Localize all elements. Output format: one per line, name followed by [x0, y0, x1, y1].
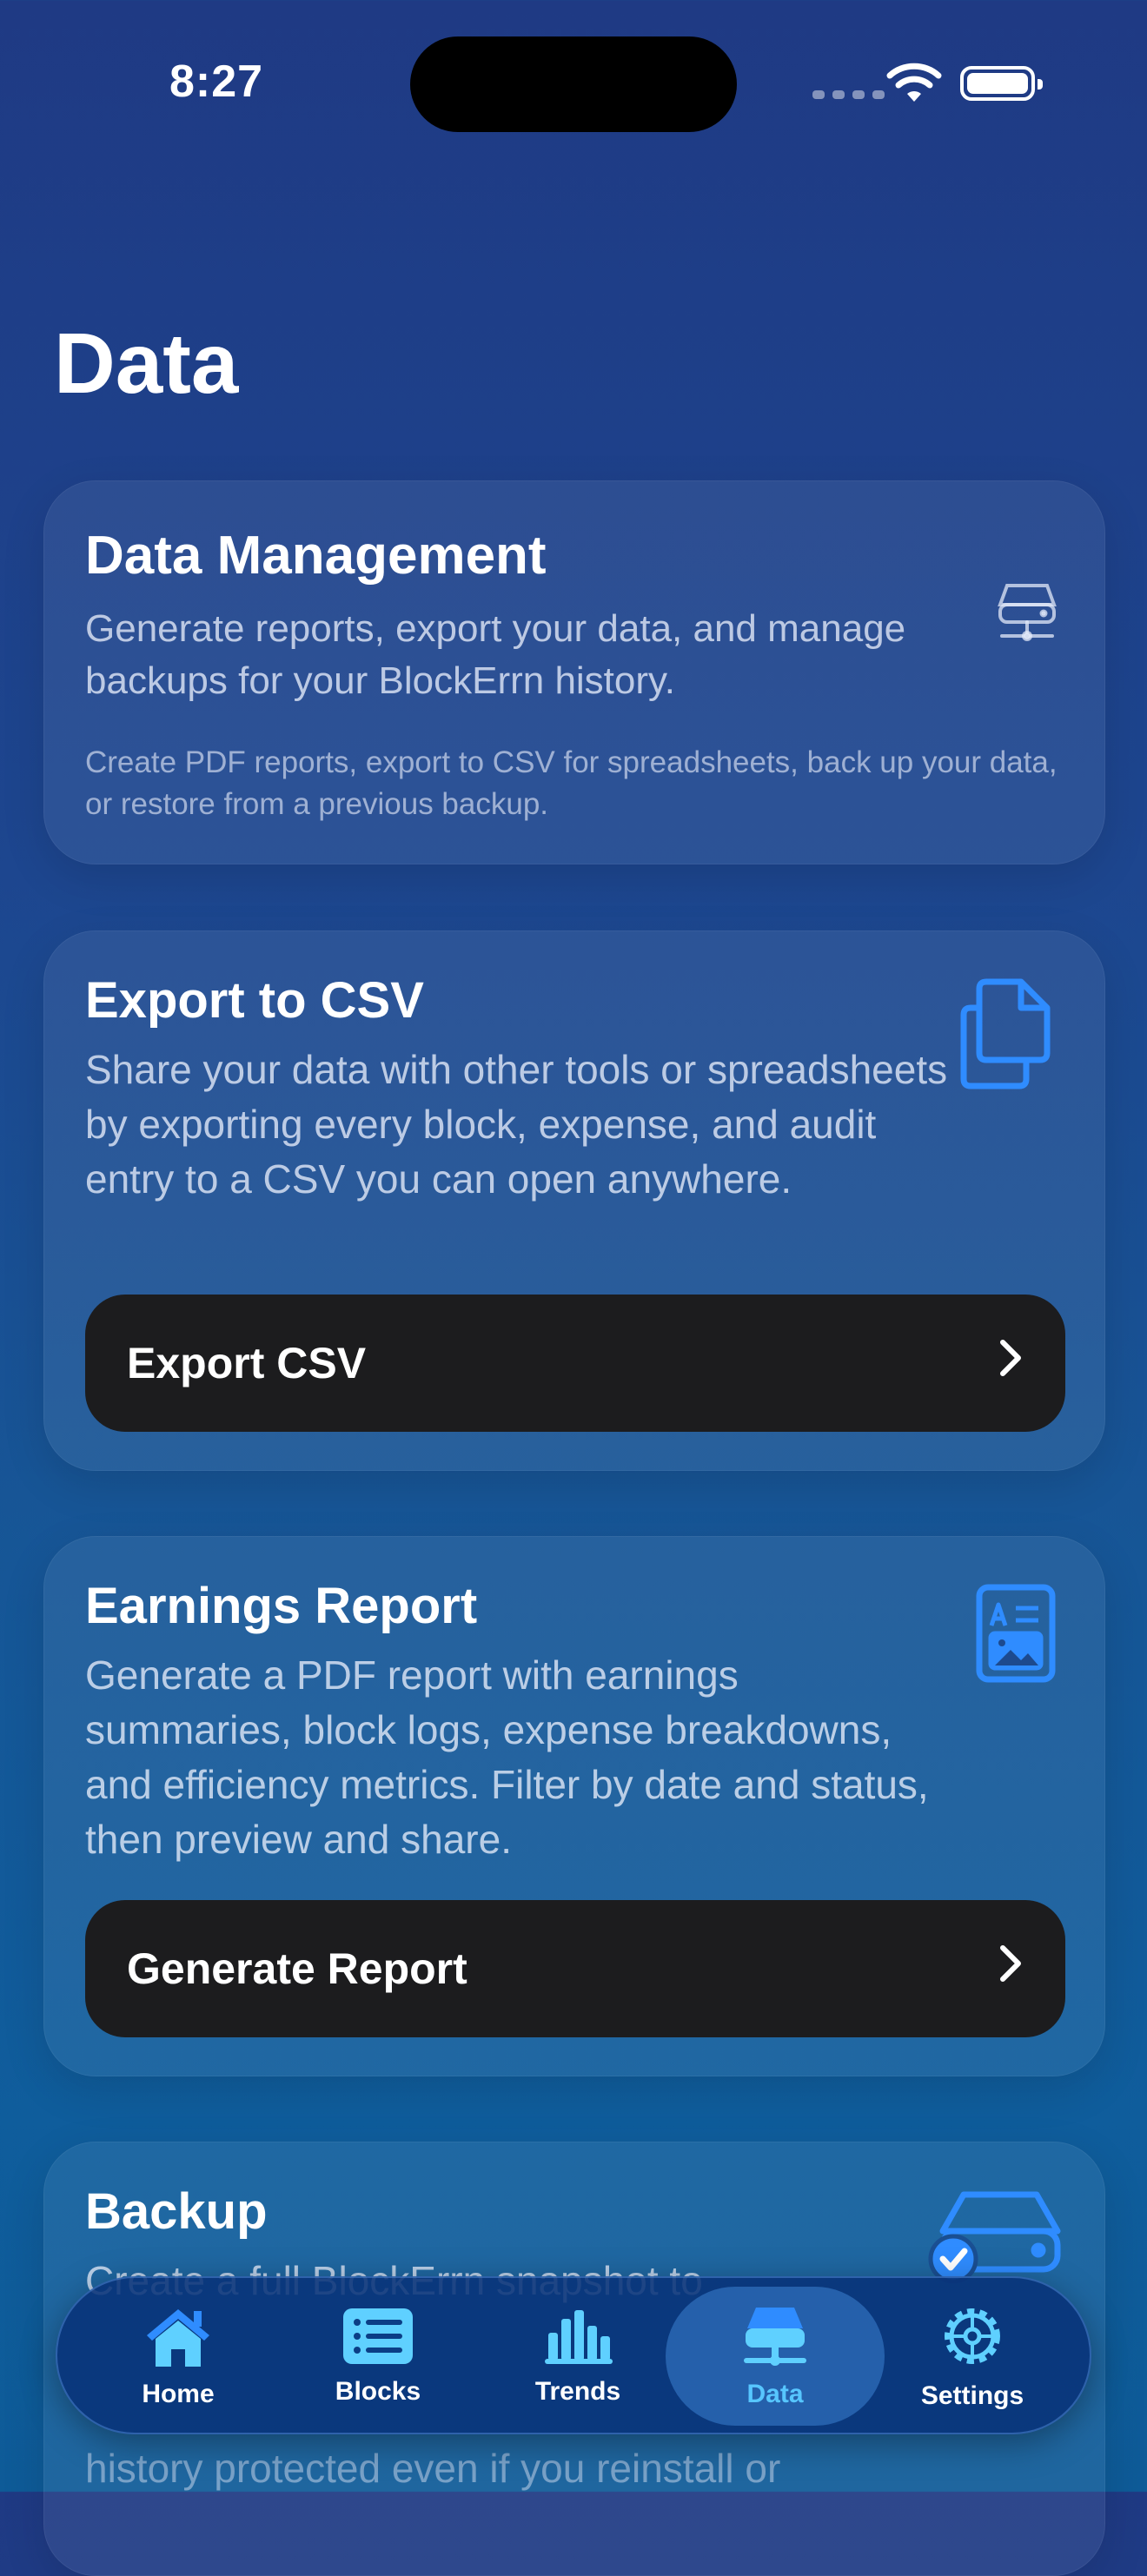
tab-label: Data [746, 2379, 804, 2408]
tab-home[interactable]: Home [78, 2287, 278, 2426]
tab-bar: Home Blocks Trends Data Settings [56, 2276, 1091, 2434]
card-note: Create PDF reports, export to CSV for sp… [85, 745, 1057, 821]
page-title: Data [54, 315, 239, 411]
card-title: Earnings Report [85, 1578, 478, 1634]
server-icon [995, 579, 1059, 647]
tab-blocks[interactable]: Blocks [278, 2287, 478, 2426]
report-icon [976, 1584, 1056, 1687]
battery-icon [960, 66, 1043, 101]
earnings-report-card: Earnings Report Generate a PDF report wi… [43, 1536, 1105, 2076]
card-title: Export to CSV [85, 972, 424, 1029]
card-title: Backup [85, 2183, 268, 2240]
card-description: Share your data with other tools or spre… [85, 1047, 948, 1202]
documents-icon [957, 977, 1054, 1096]
tab-label: Blocks [335, 2376, 421, 2406]
tab-settings[interactable]: Settings [872, 2287, 1072, 2426]
tab-data[interactable]: Data [666, 2287, 885, 2426]
drive-check-icon [927, 2188, 1066, 2288]
tab-label: Settings [920, 2381, 1024, 2410]
tab-label: Trends [534, 2376, 621, 2406]
gear-icon [938, 2302, 1006, 2374]
generate-report-button[interactable]: Generate Report [85, 1900, 1065, 2037]
list-icon [341, 2307, 414, 2370]
data-management-card: Data Management Generate reports, export… [43, 480, 1105, 864]
house-icon [142, 2304, 215, 2373]
button-label: Export CSV [127, 1339, 367, 1387]
status-time: 8:27 [169, 56, 264, 107]
button-label: Generate Report [127, 1944, 467, 1993]
export-csv-button[interactable]: Export CSV [85, 1295, 1065, 1432]
export-csv-card: Export to CSV Share your data with other… [43, 930, 1105, 1471]
wifi-icon [886, 61, 942, 109]
chevron-right-icon [998, 1943, 1024, 1995]
server-icon [739, 2304, 812, 2373]
tab-trends[interactable]: Trends [478, 2287, 678, 2426]
card-description: Generate a PDF report with earnings summ… [85, 1652, 929, 1862]
card-title: Data Management [85, 526, 547, 586]
card-description: Generate reports, export your data, and … [85, 607, 906, 702]
bar-chart-icon [541, 2307, 614, 2370]
tab-label: Home [142, 2379, 215, 2408]
cellular-signal-icon [812, 90, 885, 99]
chevron-right-icon [998, 1337, 1024, 1389]
dynamic-island [410, 36, 737, 132]
card-description-partial: history protected even if you reinstall … [85, 2446, 781, 2491]
